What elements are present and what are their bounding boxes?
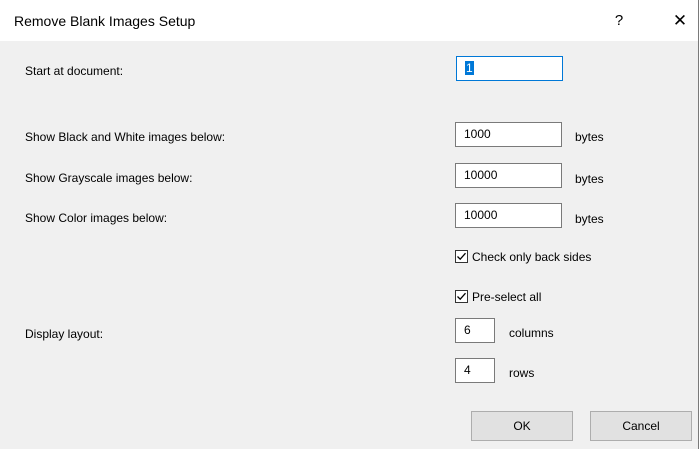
color-bytes-unit: bytes (575, 212, 604, 226)
cancel-button[interactable]: Cancel (590, 411, 692, 441)
bw-threshold-value: 1000 (464, 127, 491, 141)
checkbox-checked-icon (455, 290, 468, 303)
preselect-all-label: Pre-select all (472, 289, 542, 304)
display-layout-label: Display layout: (25, 327, 104, 341)
color-threshold-value: 10000 (464, 208, 498, 222)
checkbox-checked-icon (455, 250, 468, 263)
gray-threshold-value: 10000 (464, 168, 498, 182)
start-document-input[interactable]: 1 (456, 56, 563, 81)
bw-threshold-input[interactable]: 1000 (455, 122, 562, 147)
bw-threshold-label: Show Black and White images below: (25, 130, 226, 144)
rows-unit: rows (509, 366, 535, 380)
ok-button[interactable]: OK (471, 411, 573, 441)
dialog-title: Remove Blank Images Setup (14, 13, 196, 29)
bw-bytes-unit: bytes (575, 130, 604, 144)
preselect-all-checkbox[interactable]: Pre-select all (455, 288, 541, 305)
rows-input[interactable]: 4 (455, 358, 495, 383)
columns-value: 6 (464, 323, 471, 337)
rows-value: 4 (464, 363, 471, 377)
title-bar: Remove Blank Images Setup ? ✕ (0, 0, 698, 41)
gray-bytes-unit: bytes (575, 172, 604, 186)
gray-threshold-input[interactable]: 10000 (455, 163, 562, 188)
close-icon[interactable]: ✕ (665, 8, 695, 34)
start-document-value: 1 (465, 61, 474, 75)
setup-dialog: Remove Blank Images Setup ? ✕ Start at d… (0, 0, 699, 449)
color-threshold-input[interactable]: 10000 (455, 203, 562, 228)
dialog-body: Start at document: 1 Show Black and Whit… (0, 41, 698, 449)
help-button[interactable]: ? (604, 8, 634, 34)
gray-threshold-label: Show Grayscale images below: (25, 171, 193, 185)
back-sides-checkbox[interactable]: Check only back sides (455, 248, 591, 265)
start-document-label: Start at document: (25, 64, 124, 78)
color-threshold-label: Show Color images below: (25, 211, 168, 225)
back-sides-label: Check only back sides (472, 249, 592, 264)
columns-unit: columns (509, 326, 554, 340)
columns-input[interactable]: 6 (455, 318, 495, 343)
